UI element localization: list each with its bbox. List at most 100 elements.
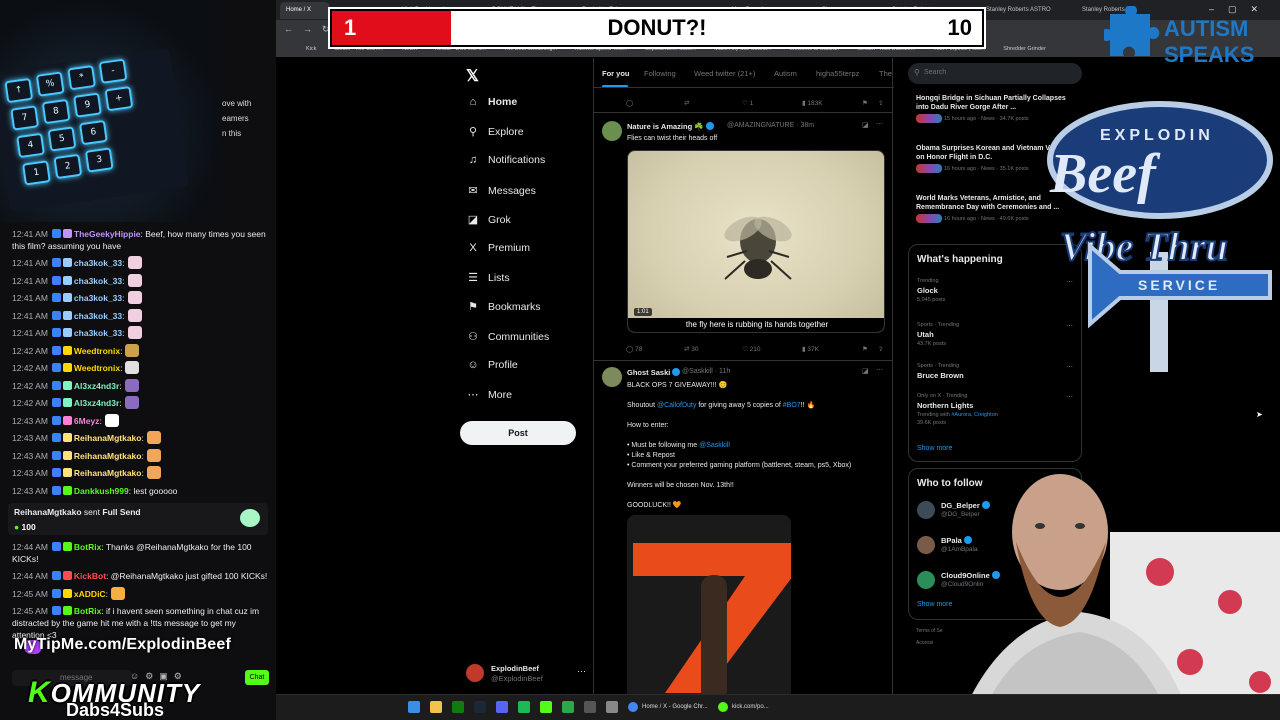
tab-higha55terpz[interactable]: higha55terpz xyxy=(816,69,859,78)
nav-label: Profile xyxy=(488,358,518,371)
nav-item-bookmarks[interactable]: ⚑ Bookmarks xyxy=(466,300,540,320)
tab-following[interactable]: Following xyxy=(644,69,676,78)
bookmark-icon[interactable]: ⚑ xyxy=(862,99,868,107)
mail-icon: ✉ xyxy=(468,184,478,197)
nav-item-notifications[interactable]: ♫ Notifications xyxy=(466,154,545,174)
chat-message: 12:41 AM cha3kok_33: xyxy=(0,325,276,343)
chat-username[interactable]: Weedtronix xyxy=(74,346,120,356)
post-button[interactable]: Post xyxy=(460,421,576,445)
x-logo-icon[interactable]: 𝕏 xyxy=(466,66,479,86)
more-icon[interactable]: ⋯ xyxy=(876,366,883,374)
chat-username[interactable]: Dankkush999 xyxy=(74,486,129,496)
account-switcher[interactable]: ExplodinBeef @ExplodinBeef ⋯ xyxy=(466,662,586,686)
people-icon: ⚇ xyxy=(468,330,478,343)
show-more-link[interactable]: Show more xyxy=(917,445,952,452)
browser-tab[interactable]: Home / X xyxy=(280,2,330,19)
bookmark-item[interactable]: Shredder Grinder xyxy=(1003,46,1046,52)
chat-username[interactable]: cha3kok_33 xyxy=(74,311,122,321)
reply-icon[interactable]: ◯ xyxy=(626,99,633,107)
browser-tab[interactable]: Stanley Roberts ASTRO xyxy=(980,2,1070,19)
xbox-icon[interactable] xyxy=(452,701,464,713)
discord-icon[interactable] xyxy=(496,701,508,713)
nav-item-messages[interactable]: ✉ Messages xyxy=(466,184,535,204)
mention-link[interactable]: @Saskkill xyxy=(699,442,730,449)
like-icon[interactable]: ♡ 1 xyxy=(742,99,753,107)
chat-username[interactable]: cha3kok_33 xyxy=(74,328,122,338)
chat-username[interactable]: ReihanaMgtkako xyxy=(74,468,142,478)
obs-icon[interactable] xyxy=(584,701,596,713)
folder-icon[interactable] xyxy=(430,701,442,713)
x-icon: X xyxy=(469,242,477,254)
tweet-line: • Comment your preferred gaming platform… xyxy=(627,462,852,469)
chat-username[interactable]: cha3kok_33 xyxy=(74,293,122,303)
search-input[interactable]: ⚲ Search xyxy=(908,63,1082,84)
repost-icon[interactable]: ⇄ 30 xyxy=(684,345,699,353)
search-icon: ⚲ xyxy=(468,126,478,139)
app-icon[interactable] xyxy=(562,701,574,713)
views-icon[interactable]: ▮ 183K xyxy=(802,99,823,107)
grok-icon[interactable]: ◪ xyxy=(862,121,869,129)
nav-item-profile[interactable]: ☺ Profile xyxy=(466,358,518,379)
hashtag-link[interactable]: #BO7 xyxy=(783,402,801,409)
tweet-image[interactable] xyxy=(627,515,791,720)
nav-item-premium[interactable]: X Premium xyxy=(466,242,530,262)
chat-username[interactable]: xADDiC xyxy=(74,589,106,599)
grok-icon[interactable]: ◪ xyxy=(862,367,869,375)
nav-item-home[interactable]: ⌂ Home xyxy=(466,96,518,116)
footer-terms[interactable]: Terms of Se xyxy=(916,628,943,634)
chat-username[interactable]: BotRix xyxy=(74,606,101,616)
windows-start-icon[interactable] xyxy=(408,701,420,713)
chat-username[interactable]: Weedtronix xyxy=(74,363,120,373)
camera-icon[interactable] xyxy=(606,701,618,713)
chat-username[interactable]: BotRix xyxy=(74,542,101,552)
chat-username[interactable]: cha3kok_33 xyxy=(74,258,122,268)
nav-item-communities[interactable]: ⚇ Communities xyxy=(466,330,549,350)
footer-accessibility[interactable]: Accessi xyxy=(916,640,933,646)
share-icon[interactable]: ⇪ xyxy=(878,345,883,353)
steam-icon[interactable] xyxy=(474,701,486,713)
chat-username[interactable]: Al3xz4nd3r xyxy=(74,381,119,391)
tweet-video[interactable]: 1:01 the fly here is rubbing its hands t… xyxy=(627,150,885,333)
taskbar-app[interactable]: kick.com/po... xyxy=(718,700,778,714)
chat-username[interactable]: Al3xz4nd3r xyxy=(74,398,119,408)
more-icon[interactable]: ⋯ xyxy=(876,120,883,128)
chat-message: 12:44 AM BotRix: Thanks @ReihanaMgtkako f… xyxy=(0,539,276,568)
chat-send-button[interactable]: Chat xyxy=(245,670,269,685)
trend-hashtag-link[interactable]: #Aurora, Creighton xyxy=(951,412,997,418)
mention-link[interactable]: @CallofDuty xyxy=(657,402,696,409)
chat-username[interactable]: ReihanaMgtkako xyxy=(74,451,142,461)
bookmark-icon[interactable]: ⚑ xyxy=(862,345,868,353)
chat-username[interactable]: cha3kok_33 xyxy=(74,276,122,286)
badge-icon xyxy=(62,450,72,460)
chat-username[interactable]: KickBot xyxy=(74,571,106,581)
badge-icon xyxy=(62,328,72,337)
tipme-link[interactable]: MyTipMe.com/ExplodinBeef xyxy=(14,636,231,654)
nav-item-explore[interactable]: ⚲ Explore xyxy=(466,125,524,145)
bookmark-item[interactable]: Kick xyxy=(306,46,316,52)
taskbar-app[interactable]: Home / X - Google Chr... xyxy=(628,700,712,714)
nav-item-lists[interactable]: ☰ Lists xyxy=(466,271,510,291)
views-count: 183K xyxy=(807,100,823,107)
nav-item-more[interactable]: ⋯ More xyxy=(466,388,512,408)
more-icon[interactable]: ⋯ xyxy=(1066,393,1073,401)
tab-for-you[interactable]: For you xyxy=(602,69,630,78)
gift-user[interactable]: ReihanaMgtkako xyxy=(14,507,82,517)
share-icon[interactable]: ⇪ xyxy=(878,99,883,107)
overflow-line: n this xyxy=(222,129,242,138)
chat-text: : xyxy=(141,450,144,461)
chat-username[interactable]: ReihanaMgtkako xyxy=(74,433,142,443)
nav-item-grok[interactable]: ◪ Grok xyxy=(466,213,511,233)
chat-messages: 12:41 AM TheGeekyHippie: Beef, how many t… xyxy=(0,226,276,644)
reply-icon[interactable]: ◯ 78 xyxy=(626,345,642,353)
kick-icon[interactable] xyxy=(540,701,552,713)
tab-the[interactable]: The xyxy=(879,69,892,78)
trend-item[interactable]: Only on X · Trending Northern Lights Trend… xyxy=(917,393,1077,426)
like-icon[interactable]: ♡ 210 xyxy=(742,345,761,353)
chat-username[interactable]: TheGeekyHippie xyxy=(74,229,141,239)
tab-autism[interactable]: Autism xyxy=(774,69,797,78)
spotify-icon[interactable] xyxy=(518,701,530,713)
views-icon[interactable]: ▮ 37K xyxy=(802,345,819,353)
repost-icon[interactable]: ⇄ xyxy=(684,99,689,107)
tab-weed-twitter[interactable]: Weed twitter (21+) xyxy=(694,69,755,78)
chat-username[interactable]: 6Meyz xyxy=(74,416,100,426)
